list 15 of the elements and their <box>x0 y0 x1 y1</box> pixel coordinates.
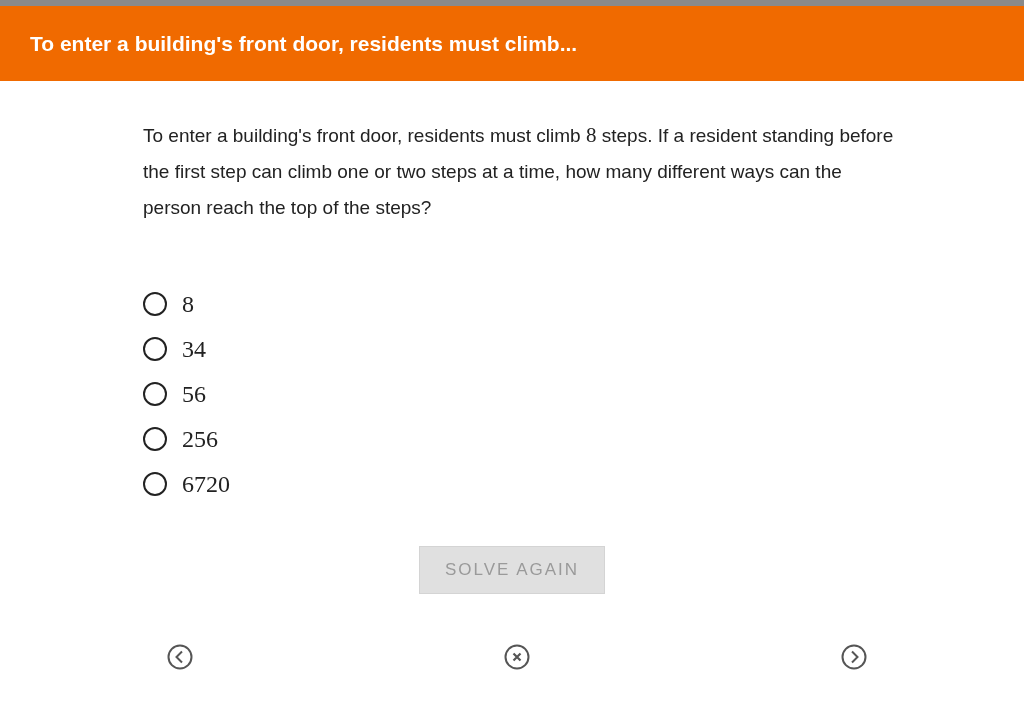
question-text: To enter a building's front door, residents must climb 8 steps. If a resident standing before the first step can climb one or two steps at a time, how many different ways can the person reach the top of the steps? <box>143 122 895 220</box>
next-icon[interactable] <box>841 644 867 670</box>
previous-icon[interactable] <box>167 644 193 670</box>
header-title: To enter a building's front door, residents must climb... <box>30 30 578 57</box>
radio-button[interactable] <box>143 427 167 451</box>
answer-option[interactable]: 6720 <box>143 470 230 498</box>
radio-button[interactable] <box>143 382 167 406</box>
radio-button[interactable] <box>143 337 167 361</box>
answer-option[interactable]: 56 <box>143 380 206 408</box>
answer-option[interactable]: 34 <box>143 335 206 363</box>
answer-option[interactable]: 8 <box>143 290 194 318</box>
close-icon[interactable] <box>504 644 530 670</box>
answer-option[interactable]: 256 <box>143 425 218 453</box>
radio-button[interactable] <box>143 472 167 496</box>
radio-button[interactable] <box>143 292 167 316</box>
